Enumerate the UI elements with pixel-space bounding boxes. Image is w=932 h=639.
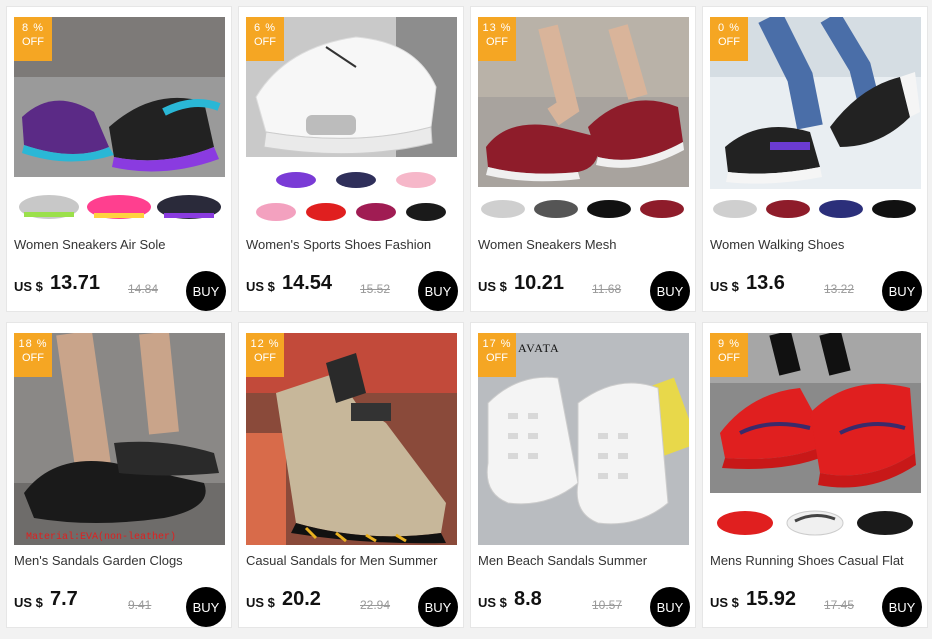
price-row: US $ 7.7 9.41 BUY (14, 585, 226, 627)
image-caption: Material:EVA(non-leather) (26, 532, 177, 543)
product-title[interactable]: Women Walking Shoes (710, 237, 922, 252)
original-price: 11.68 (592, 282, 622, 296)
product-title[interactable]: Casual Sandals for Men Summer (246, 553, 458, 568)
product-grid: 8 % OFF Women Sneakers Air Sole US $ 13.… (6, 6, 928, 628)
original-price: 9.41 (128, 598, 152, 612)
discount-percent: 0 % (718, 22, 740, 34)
discount-percent: 8 % (22, 22, 44, 34)
product-title[interactable]: Men's Sandals Garden Clogs (14, 553, 226, 568)
current-price: 13.6 (746, 272, 785, 294)
currency-label: US $ (246, 279, 275, 294)
product-title[interactable]: Women Sneakers Air Sole (14, 237, 226, 252)
currency-label: US $ (14, 595, 43, 610)
price-row: US $ 13.6 13.22 BUY (710, 269, 922, 311)
discount-off-label: OFF (718, 36, 740, 48)
product-title[interactable]: Women Sneakers Mesh (478, 237, 690, 252)
discount-percent: 6 % (254, 22, 276, 34)
original-price: 15.52 (360, 282, 391, 296)
buy-button[interactable]: BUY (418, 587, 458, 627)
discount-off-label: OFF (22, 352, 44, 364)
discount-badge: 6 % OFF (246, 17, 284, 61)
currency-label: US $ (478, 595, 507, 610)
product-title[interactable]: Men Beach Sandals Summer (478, 553, 690, 568)
product-card[interactable]: AVATA 17 % OFF Men Beach Sandals Summer … (470, 322, 696, 628)
buy-button[interactable]: BUY (882, 587, 922, 627)
discount-badge: 8 % OFF (14, 17, 52, 61)
product-card[interactable]: 6 % OFF Women's Sports Shoes Fashion US … (238, 6, 464, 312)
discount-badge: 13 % OFF (478, 17, 516, 61)
price-row: US $ 14.54 15.52 BUY (246, 269, 458, 311)
product-card[interactable]: 8 % OFF Women Sneakers Air Sole US $ 13.… (6, 6, 232, 312)
discount-badge: 9 % OFF (710, 333, 748, 377)
current-price: 15.92 (746, 588, 797, 610)
price-row: US $ 8.8 10.57 BUY (478, 585, 690, 627)
buy-button[interactable]: BUY (650, 271, 690, 311)
price-row: US $ 13.71 14.84 BUY (14, 269, 226, 311)
discount-badge: 12 % OFF (246, 333, 284, 377)
current-price: 20.2 (282, 588, 321, 610)
currency-label: US $ (246, 595, 275, 610)
product-card[interactable]: 0 % OFF Women Walking Shoes US $ 13.6 13… (702, 6, 928, 312)
current-price: 13.71 (50, 272, 101, 294)
currency-label: US $ (14, 279, 43, 294)
buy-button[interactable]: BUY (186, 587, 226, 627)
currency-label: US $ (710, 279, 739, 294)
discount-badge: 0 % OFF (710, 17, 748, 61)
discount-percent: 13 % (482, 22, 512, 34)
original-price: 14.84 (128, 282, 159, 296)
original-price: 22.94 (360, 598, 391, 612)
product-title[interactable]: Women's Sports Shoes Fashion (246, 237, 458, 252)
current-price: 14.54 (282, 272, 333, 294)
current-price: 7.7 (50, 588, 78, 610)
buy-button[interactable]: BUY (186, 271, 226, 311)
discount-off-label: OFF (486, 352, 508, 364)
product-card[interactable]: 13 % OFF Women Sneakers Mesh US $ 10.21 … (470, 6, 696, 312)
buy-button[interactable]: BUY (650, 587, 690, 627)
product-card[interactable]: 9 % OFF Mens Running Shoes Casual Flat U… (702, 322, 928, 628)
discount-percent: 18 % (18, 338, 48, 350)
discount-off-label: OFF (22, 36, 44, 48)
brand-logo-text: AVATA (518, 341, 560, 355)
product-card[interactable]: 12 % OFF Casual Sandals for Men Summer U… (238, 322, 464, 628)
price-row: US $ 10.21 11.68 BUY (478, 269, 690, 311)
original-price: 10.57 (592, 598, 623, 612)
buy-button[interactable]: BUY (418, 271, 458, 311)
discount-percent: 17 % (482, 338, 512, 350)
price-row: US $ 15.92 17.45 BUY (710, 585, 922, 627)
buy-button[interactable]: BUY (882, 271, 922, 311)
discount-percent: 9 % (718, 338, 740, 350)
original-price: 17.45 (824, 598, 855, 612)
discount-off-label: OFF (254, 36, 276, 48)
discount-badge: 18 % OFF (14, 333, 52, 377)
original-price: 13.22 (824, 282, 855, 296)
price-row: US $ 20.2 22.94 BUY (246, 585, 458, 627)
discount-percent: 12 % (250, 338, 280, 350)
product-title[interactable]: Mens Running Shoes Casual Flat (710, 553, 922, 568)
product-card[interactable]: Material:EVA(non-leather) 18 % OFF Men's… (6, 322, 232, 628)
currency-label: US $ (710, 595, 739, 610)
currency-label: US $ (478, 279, 507, 294)
discount-off-label: OFF (718, 352, 740, 364)
discount-off-label: OFF (254, 352, 276, 364)
discount-badge: 17 % OFF (478, 333, 516, 377)
discount-off-label: OFF (486, 36, 508, 48)
current-price: 8.8 (514, 588, 542, 610)
current-price: 10.21 (514, 272, 565, 294)
